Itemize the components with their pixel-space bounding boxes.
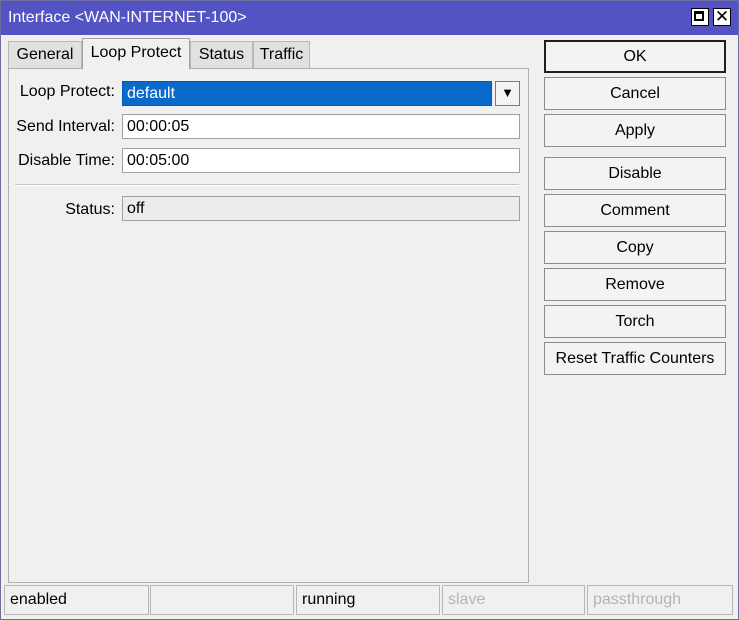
comment-button[interactable]: Comment <box>544 194 726 227</box>
loop-protect-dropdown-button[interactable]: ▼ <box>495 81 520 106</box>
status-passthrough: passthrough <box>587 585 733 615</box>
tab-loop-protect[interactable]: Loop Protect <box>82 38 190 69</box>
disable-button[interactable]: Disable <box>544 157 726 190</box>
arrow-down-icon: ▼ <box>501 85 514 100</box>
status-empty <box>150 585 294 615</box>
disable-time-label: Disable Time: <box>18 152 115 169</box>
window-title: Interface <WAN-INTERNET-100> <box>8 9 247 26</box>
ok-button[interactable]: OK <box>544 40 726 73</box>
close-button[interactable]: ✕ <box>713 7 731 26</box>
send-interval-input[interactable]: 00:00:05 <box>122 114 520 139</box>
remove-button[interactable]: Remove <box>544 268 726 301</box>
status-value: off <box>122 196 520 221</box>
cancel-button[interactable]: Cancel <box>544 77 726 110</box>
loop-protect-panel: Loop Protect: default ▼ Send Interval: 0… <box>8 68 529 583</box>
loop-protect-select[interactable]: default <box>122 81 492 106</box>
status-slave: slave <box>442 585 585 615</box>
maximize-button[interactable] <box>691 8 709 26</box>
loop-protect-label: Loop Protect: <box>19 83 115 100</box>
apply-button[interactable]: Apply <box>544 114 726 147</box>
title-bar[interactable]: Interface <WAN-INTERNET-100> ✕ <box>1 1 738 35</box>
disable-time-input[interactable]: 00:05:00 <box>122 148 520 173</box>
send-interval-label: Send Interval: <box>16 118 115 135</box>
tab-traffic[interactable]: Traffic <box>253 41 310 68</box>
interface-window: Interface <WAN-INTERNET-100> ✕ General L… <box>0 0 739 620</box>
status-label: Status: <box>65 201 115 218</box>
status-bar: enabled running slave passthrough <box>4 585 736 615</box>
tab-general[interactable]: General <box>8 41 82 68</box>
torch-button[interactable]: Torch <box>544 305 726 338</box>
status-enabled: enabled <box>4 585 149 615</box>
form-separator <box>15 184 519 186</box>
copy-button[interactable]: Copy <box>544 231 726 264</box>
tab-status[interactable]: Status <box>190 41 253 68</box>
close-icon: ✕ <box>714 7 730 26</box>
status-running: running <box>296 585 440 615</box>
reset-traffic-counters-button[interactable]: Reset Traffic Counters <box>544 342 726 375</box>
